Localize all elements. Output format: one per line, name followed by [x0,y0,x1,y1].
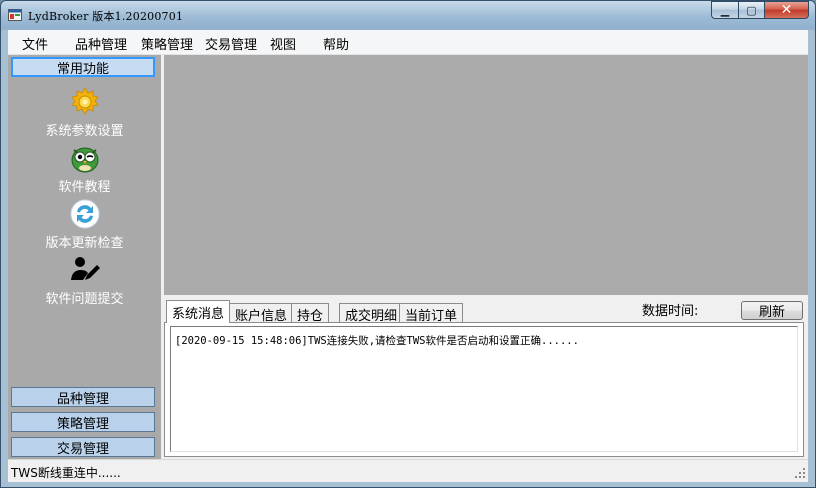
user-edit-icon [68,253,102,287]
refresh-button-label: 刷新 [758,305,785,320]
tool-label: 软件教程 [58,180,111,195]
main-window: LydBroker 版本1.20200701 ▁ ▢ ✕ 文件 品种管理 策略管… [0,0,816,488]
title-bar[interactable]: LydBroker 版本1.20200701 ▁ ▢ ✕ [1,1,815,29]
nav-header-trade[interactable]: 交易管理 [11,437,155,457]
tab-positions[interactable]: 持仓 [291,303,330,324]
nav-header-label: 常用功能 [56,61,109,77]
system-log-textbox[interactable]: [2020-09-15 15:48:06]TWS连接失败,请检查TWS软件是否启… [170,326,798,452]
menu-bar: 文件 品种管理 策略管理 交易管理 视图 帮助 [8,30,808,55]
owl-icon [68,141,102,175]
tab-current-orders[interactable]: 当前订单 [399,303,464,324]
nav-header-common[interactable]: 常用功能 [11,57,155,77]
minimize-button[interactable]: ▁ [711,1,738,19]
nav-header-symbol[interactable]: 品种管理 [11,387,155,407]
message-tabs: 系统消息 账户信息 持仓 成交明细 当前订单 数据时间: 刷新 [2020-09… [164,297,808,459]
refresh-arrows-icon [68,197,102,231]
tool-label: 版本更新检查 [45,236,124,251]
tool-system-settings[interactable]: 系统参数设置 [8,85,161,139]
minimize-icon: ▁ [720,3,730,17]
status-bar: TWS断线重连中...... [8,459,808,482]
menu-file[interactable]: 文件 [22,34,48,53]
refresh-button[interactable]: 刷新 [741,301,803,320]
app-icon [8,9,22,21]
maximize-button[interactable]: ▢ [738,1,764,19]
tab-trade-details[interactable]: 成交明细 [339,303,404,324]
menu-trade-management[interactable]: 交易管理 [205,34,257,53]
tool-label: 软件问题提交 [45,292,124,307]
nav-header-label: 策略管理 [56,416,109,432]
maximize-icon: ▢ [746,3,757,17]
nav-header-strategy[interactable]: 策略管理 [11,412,155,432]
nav-header-label: 品种管理 [56,391,109,407]
tab-account-info[interactable]: 账户信息 [229,303,294,324]
tool-label: 系统参数设置 [45,124,124,139]
sidebar: 常用功能 系统参数设置 软件教程 版本更新检查 软件问题提交 品种管理 策略管理… [8,55,161,459]
caption-buttons: ▁ ▢ ✕ [711,1,809,21]
tab-system-messages[interactable]: 系统消息 [166,300,231,323]
close-icon: ✕ [780,2,793,18]
tool-update-check[interactable]: 版本更新检查 [8,197,161,251]
menu-symbol-management[interactable]: 品种管理 [75,34,127,53]
menu-help[interactable]: 帮助 [323,34,349,53]
window-title: LydBroker 版本1.20200701 [28,10,184,23]
tool-issue-submit[interactable]: 软件问题提交 [8,253,161,307]
tab-panel-system-messages: [2020-09-15 15:48:06]TWS连接失败,请检查TWS软件是否启… [164,322,804,457]
menu-view[interactable]: 视图 [270,34,296,53]
status-text: TWS断线重连中...... [11,466,121,480]
tool-tutorial[interactable]: 软件教程 [8,141,161,195]
client-area: 文件 品种管理 策略管理 交易管理 视图 帮助 常用功能 系统参数设置 软件教程… [8,30,808,482]
close-button[interactable]: ✕ [764,1,809,19]
data-time-label: 数据时间: [642,304,699,319]
log-line: [2020-09-15 15:48:06]TWS连接失败,请检查TWS软件是否启… [175,335,579,347]
nav-header-label: 交易管理 [56,441,109,457]
gear-icon [68,85,102,119]
resize-grip-icon[interactable] [795,468,806,479]
menu-strategy-management[interactable]: 策略管理 [141,34,193,53]
mdi-workspace [164,55,808,295]
